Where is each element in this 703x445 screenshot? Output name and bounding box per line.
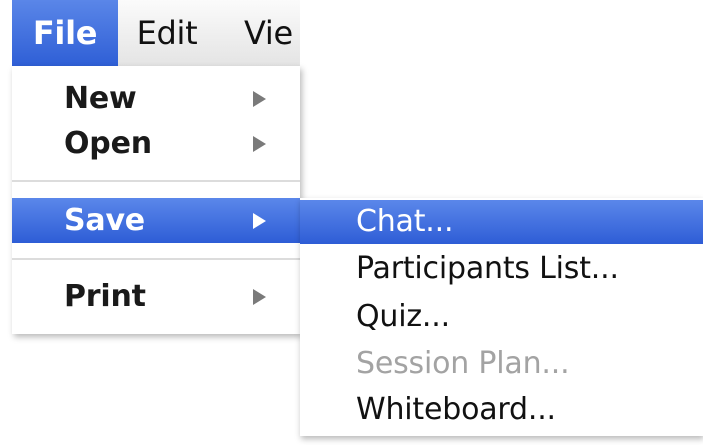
file-menu-dropdown: New Open Save Print	[12, 66, 300, 334]
submenu-item-participants-list[interactable]: Participants List...	[300, 247, 703, 291]
submenu-item-label: Quiz...	[356, 299, 450, 334]
menu-item-open[interactable]: Open	[12, 121, 300, 166]
save-submenu: Chat... Participants List... Quiz... Ses…	[300, 198, 703, 436]
menu-bar: File Edit Vie	[12, 0, 300, 67]
menu-item-label: New	[64, 81, 137, 116]
menu-separator	[12, 258, 300, 260]
submenu-arrow-icon	[253, 289, 266, 305]
submenu-item-label: Participants List...	[356, 251, 619, 286]
submenu-item-label: Session Plan...	[356, 346, 570, 381]
screen: File Edit Vie New Open Save Print Chat..…	[0, 0, 703, 445]
submenu-arrow-icon	[253, 91, 266, 107]
menu-edit[interactable]: Edit	[118, 0, 216, 66]
menu-item-label: Save	[64, 203, 145, 238]
submenu-arrow-icon	[253, 136, 266, 152]
submenu-item-label: Chat...	[356, 204, 454, 239]
menu-item-print[interactable]: Print	[12, 274, 300, 319]
submenu-arrow-icon	[253, 213, 266, 229]
menu-item-new[interactable]: New	[12, 76, 300, 121]
menu-separator	[12, 180, 300, 182]
submenu-item-chat[interactable]: Chat...	[300, 200, 703, 244]
submenu-item-label: Whiteboard...	[356, 392, 556, 427]
menu-item-save[interactable]: Save	[12, 198, 300, 243]
menu-item-label: Open	[64, 126, 152, 161]
submenu-item-session-plan: Session Plan...	[300, 342, 703, 386]
submenu-item-quiz[interactable]: Quiz...	[300, 295, 703, 339]
menu-file[interactable]: File	[12, 0, 118, 66]
menu-view[interactable]: Vie	[244, 0, 293, 66]
menu-item-label: Print	[64, 279, 146, 314]
submenu-item-whiteboard[interactable]: Whiteboard...	[300, 388, 703, 432]
